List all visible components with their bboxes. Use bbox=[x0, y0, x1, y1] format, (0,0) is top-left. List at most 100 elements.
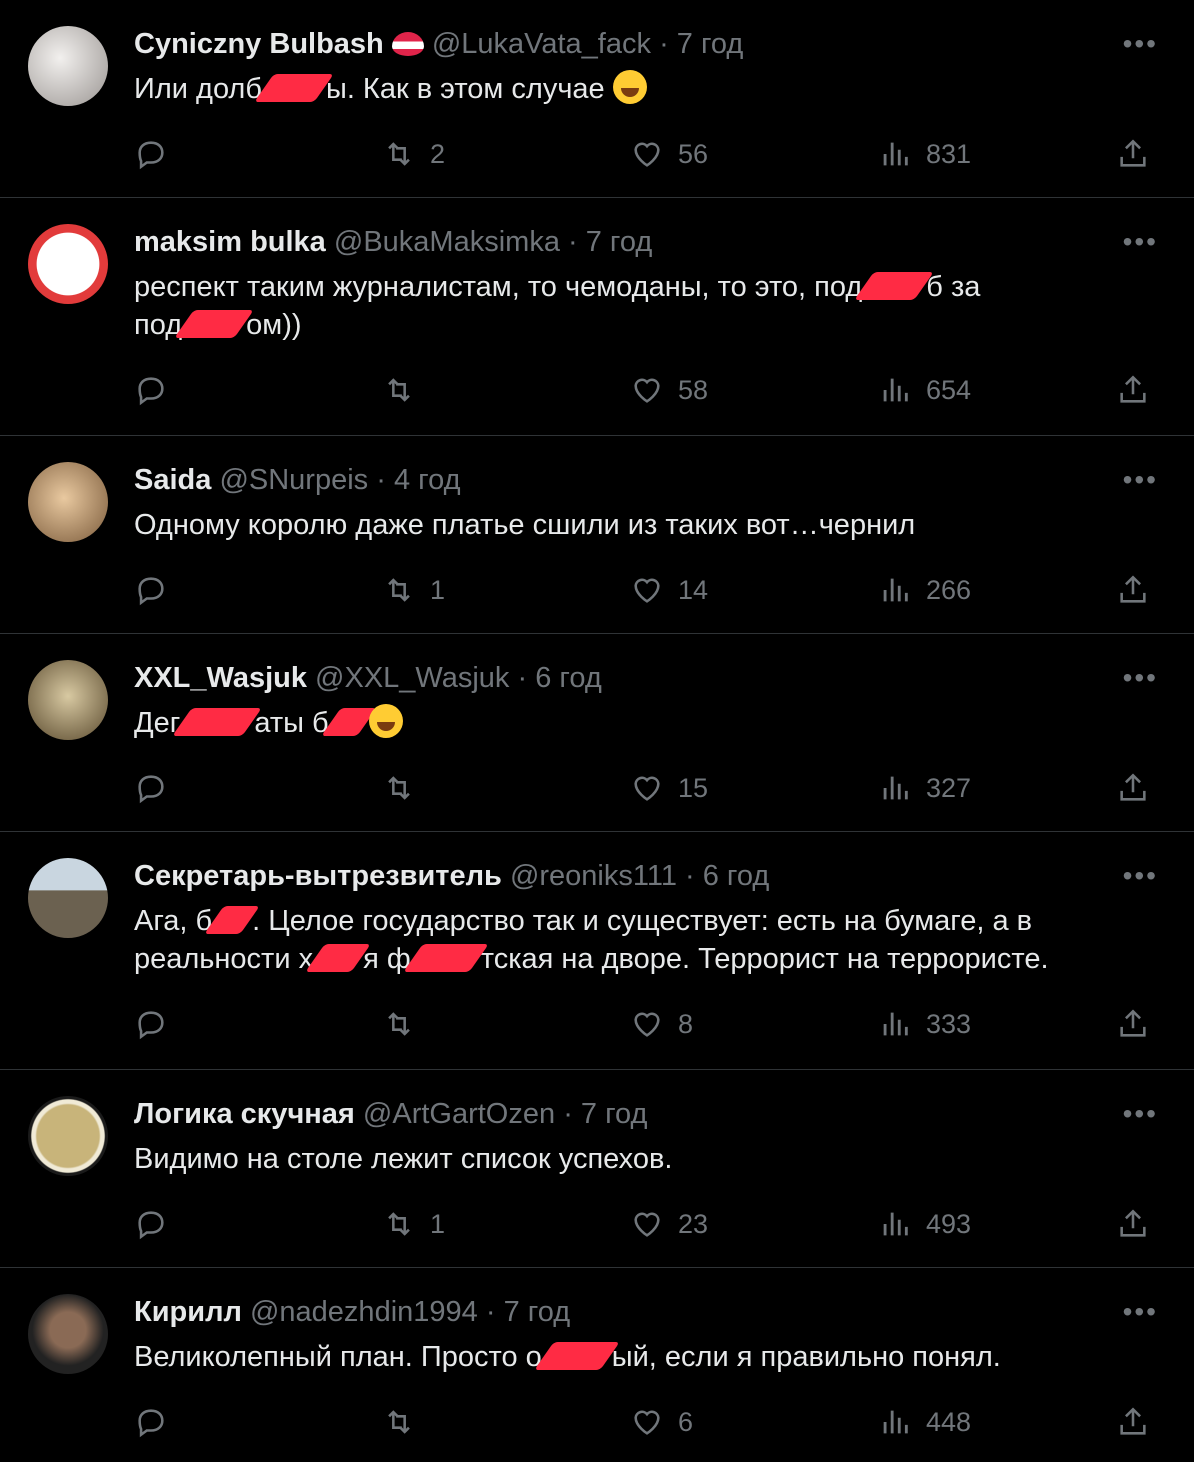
display-name[interactable]: Секретарь-вытрезвитель bbox=[134, 860, 502, 892]
views-button[interactable]: 448 bbox=[878, 1402, 971, 1442]
tweet-text: Ага, б. Целое государство так и существу… bbox=[134, 905, 1049, 975]
tweet[interactable]: Кирилл @nadezhdin1994 · 7 год ••• Велико… bbox=[0, 1268, 1194, 1462]
retweet-button[interactable] bbox=[382, 1402, 430, 1442]
reply-icon bbox=[138, 1409, 164, 1438]
avatar[interactable] bbox=[28, 224, 108, 304]
retweet-button[interactable]: 2 bbox=[382, 134, 445, 174]
censor-mark bbox=[533, 1342, 620, 1370]
more-icon[interactable]: ••• bbox=[1123, 462, 1158, 498]
views-button[interactable]: 654 bbox=[878, 370, 971, 410]
display-name[interactable]: Логика скучная bbox=[134, 1098, 355, 1130]
tweet[interactable]: Cyniczny Bulbash @LukaVata_fack · 7 год … bbox=[0, 0, 1194, 198]
views-icon bbox=[883, 1012, 908, 1036]
censor-mark bbox=[402, 944, 489, 972]
user-handle[interactable]: @SNurpeis bbox=[219, 464, 368, 496]
like-button[interactable]: 8 bbox=[630, 1004, 693, 1044]
timestamp[interactable]: 6 год bbox=[703, 860, 770, 892]
tweet-header: Кирилл @nadezhdin1994 · 7 год bbox=[134, 1296, 571, 1328]
tweet-actions: 58 654 bbox=[134, 370, 1164, 410]
share-button[interactable] bbox=[1116, 768, 1164, 808]
timestamp[interactable]: 6 год bbox=[535, 662, 602, 694]
tweet-actions: 1 23 493 bbox=[134, 1204, 1164, 1244]
retweet-button[interactable] bbox=[382, 370, 430, 410]
reply-icon bbox=[138, 141, 164, 170]
tweet[interactable]: Логика скучная @ArtGartOzen · 7 год ••• … bbox=[0, 1070, 1194, 1268]
display-name[interactable]: Saida bbox=[134, 464, 211, 496]
share-button[interactable] bbox=[1116, 1004, 1164, 1044]
censor-mark bbox=[854, 272, 935, 300]
like-button[interactable]: 56 bbox=[630, 134, 708, 174]
user-handle[interactable]: @LukaVata_fack bbox=[432, 28, 651, 60]
timestamp[interactable]: 7 год bbox=[504, 1296, 571, 1328]
reply-button[interactable] bbox=[134, 370, 182, 410]
timestamp[interactable]: 7 год bbox=[581, 1098, 648, 1130]
retweet-button[interactable] bbox=[382, 768, 430, 808]
share-button[interactable] bbox=[1116, 134, 1164, 174]
display-name[interactable]: XXL_Wasjuk bbox=[134, 662, 307, 694]
timestamp[interactable]: 7 год bbox=[677, 28, 744, 60]
tweet-text: Видимо на столе лежит список успехов. bbox=[134, 1143, 673, 1175]
reply-button[interactable] bbox=[134, 1204, 182, 1244]
reply-feed: Cyniczny Bulbash @LukaVata_fack · 7 год … bbox=[0, 0, 1194, 1462]
retweet-icon bbox=[388, 578, 410, 602]
more-icon[interactable]: ••• bbox=[1123, 858, 1158, 894]
avatar[interactable] bbox=[28, 1096, 108, 1176]
like-button[interactable]: 23 bbox=[630, 1204, 708, 1244]
avatar[interactable] bbox=[28, 1294, 108, 1374]
tweet-actions: 15 327 bbox=[134, 768, 1164, 808]
avatar[interactable] bbox=[28, 660, 108, 740]
reply-button[interactable] bbox=[134, 1402, 182, 1442]
more-icon[interactable]: ••• bbox=[1123, 26, 1158, 62]
reply-button[interactable] bbox=[134, 570, 182, 610]
laughing-emoji bbox=[368, 704, 403, 738]
reply-button[interactable] bbox=[134, 768, 182, 808]
share-button[interactable] bbox=[1116, 1204, 1164, 1244]
share-button[interactable] bbox=[1116, 570, 1164, 610]
share-icon bbox=[1120, 375, 1146, 403]
user-handle[interactable]: @XXL_Wasjuk bbox=[315, 662, 509, 694]
like-button[interactable]: 15 bbox=[630, 768, 708, 808]
views-button[interactable]: 327 bbox=[878, 768, 971, 808]
user-handle[interactable]: @BukaMaksimka bbox=[334, 226, 560, 258]
display-name[interactable]: Кирилл bbox=[134, 1296, 242, 1328]
views-button[interactable]: 333 bbox=[878, 1004, 971, 1044]
retweet-button[interactable]: 1 bbox=[382, 1204, 445, 1244]
tweet-actions: 6 448 bbox=[134, 1402, 1164, 1442]
user-handle[interactable]: @ArtGartOzen bbox=[363, 1098, 555, 1130]
tweet-text: Одному королю даже платье сшили из таких… bbox=[134, 509, 916, 541]
avatar[interactable] bbox=[28, 462, 108, 542]
reply-button[interactable] bbox=[134, 134, 182, 174]
views-button[interactable]: 831 bbox=[878, 134, 971, 174]
retweet-button[interactable] bbox=[382, 1004, 430, 1044]
tweet[interactable]: maksim bulka @BukaMaksimka · 7 год ••• р… bbox=[0, 198, 1194, 436]
reply-button[interactable] bbox=[134, 1004, 182, 1044]
timestamp[interactable]: 7 год bbox=[586, 226, 653, 258]
tweet-actions: 1 14 266 bbox=[134, 570, 1164, 610]
avatar[interactable] bbox=[28, 26, 108, 106]
tweet[interactable]: Saida @SNurpeis · 4 год ••• Одному корол… bbox=[0, 436, 1194, 634]
user-handle[interactable]: @reoniks111 bbox=[510, 860, 677, 892]
more-icon[interactable]: ••• bbox=[1123, 224, 1158, 260]
display-name[interactable]: maksim bulka bbox=[134, 226, 326, 258]
like-button[interactable]: 58 bbox=[630, 370, 708, 410]
laughing-emoji bbox=[612, 70, 647, 104]
like-button[interactable]: 6 bbox=[630, 1402, 693, 1442]
more-icon[interactable]: ••• bbox=[1123, 660, 1158, 696]
more-icon[interactable]: ••• bbox=[1123, 1096, 1158, 1132]
tweet[interactable]: XXL_Wasjuk @XXL_Wasjuk · 6 год ••• Дег ат… bbox=[0, 634, 1194, 832]
views-button[interactable]: 266 bbox=[878, 570, 971, 610]
share-button[interactable] bbox=[1116, 370, 1164, 410]
avatar[interactable] bbox=[28, 858, 108, 938]
user-handle[interactable]: @nadezhdin1994 bbox=[250, 1296, 478, 1328]
views-icon bbox=[883, 1410, 908, 1434]
views-icon bbox=[883, 142, 908, 166]
display-name[interactable]: Cyniczny Bulbash bbox=[134, 28, 384, 60]
share-button[interactable] bbox=[1116, 1402, 1164, 1442]
like-button[interactable]: 14 bbox=[630, 570, 708, 610]
retweet-button[interactable]: 1 bbox=[382, 570, 445, 610]
views-button[interactable]: 493 bbox=[878, 1204, 971, 1244]
timestamp[interactable]: 4 год bbox=[394, 464, 461, 496]
tweet[interactable]: Секретарь-вытрезвитель @reoniks111 · 6 г… bbox=[0, 832, 1194, 1070]
heart-icon bbox=[634, 378, 660, 403]
more-icon[interactable]: ••• bbox=[1123, 1294, 1158, 1330]
